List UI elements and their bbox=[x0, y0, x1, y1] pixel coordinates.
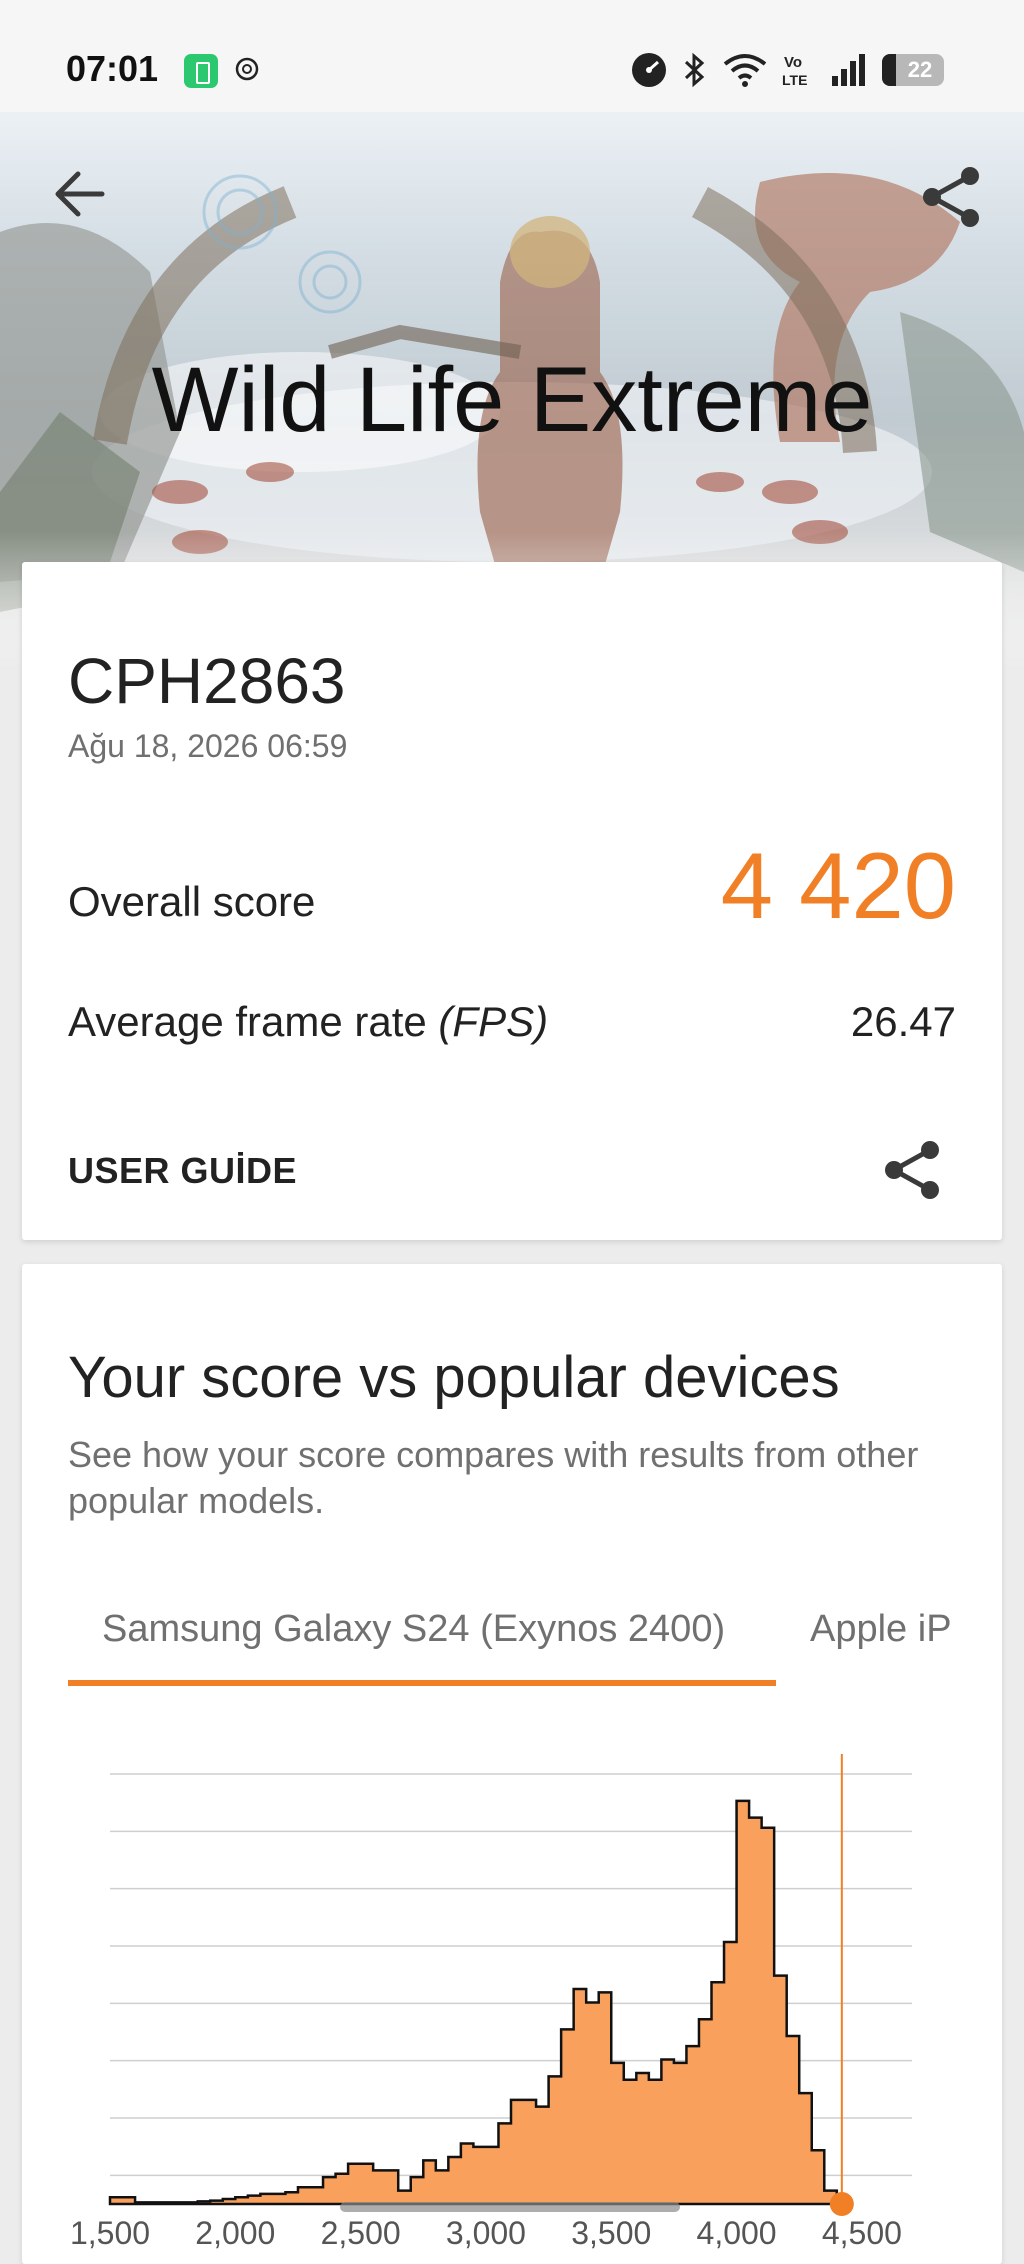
signal-icon bbox=[832, 54, 865, 86]
fps-label-text: Average frame rate bbox=[68, 998, 439, 1045]
comparison-description: See how your score compares with results… bbox=[68, 1434, 919, 1521]
fps-label: Average frame rate (FPS) bbox=[68, 998, 548, 1046]
battery-saver-app-icon bbox=[184, 54, 218, 88]
x-tick-label: 2,000 bbox=[195, 2215, 275, 2251]
overall-score-label: Overall score bbox=[68, 878, 316, 925]
speed-icon bbox=[632, 53, 666, 87]
fps-value: 26.47 bbox=[850, 998, 956, 1045]
tab-apple[interactable]: Apple iP bbox=[810, 1608, 956, 1651]
status-time: 07:01 bbox=[66, 48, 159, 89]
x-tick-label: 1,500 bbox=[70, 2215, 150, 2251]
share-icon[interactable] bbox=[918, 164, 984, 230]
x-tick-label: 3,500 bbox=[571, 2215, 651, 2251]
wifi-icon bbox=[723, 54, 767, 87]
user-guide-button[interactable]: USER GUİDE bbox=[68, 1150, 297, 1192]
overall-score-value: 4 420 bbox=[720, 833, 956, 938]
x-tick-label: 4,000 bbox=[697, 2215, 777, 2251]
x-tick-label: 3,000 bbox=[446, 2215, 526, 2251]
volte-icon: Vo LTE bbox=[782, 54, 807, 88]
battery-level: 22 bbox=[907, 57, 933, 82]
device-name: CPH2863 bbox=[68, 645, 346, 717]
score-distribution-chart: 1,500 2,000 2,500 3,000 3,500 4,000 4,500 bbox=[70, 1754, 912, 2251]
openai-app-icon bbox=[235, 57, 259, 81]
share-result-icon[interactable] bbox=[880, 1138, 944, 1202]
fps-label-unit: (FPS) bbox=[438, 998, 549, 1045]
result-card: CPH2863 Ağu 18, 2026 06:59 Overall score… bbox=[22, 562, 1002, 1240]
battery-icon: 22 bbox=[882, 54, 944, 86]
comparison-title: Your score vs popular devices bbox=[68, 1345, 840, 1410]
x-tick-label: 2,500 bbox=[321, 2215, 401, 2251]
bluetooth-icon bbox=[684, 52, 705, 88]
svg-text:Vo: Vo bbox=[784, 54, 802, 71]
chart-scrollbar[interactable] bbox=[340, 2202, 680, 2212]
active-tab-indicator bbox=[68, 1680, 776, 1686]
status-bar: 07:01 Vo LTE 22 bbox=[0, 0, 1024, 112]
back-arrow-icon[interactable] bbox=[50, 164, 110, 224]
result-date: Ağu 18, 2026 06:59 bbox=[68, 728, 348, 764]
benchmark-title: Wild Life Extreme bbox=[151, 349, 873, 451]
status-icons: Vo LTE 22 bbox=[630, 50, 944, 90]
tab-samsung-galaxy-s24[interactable]: Samsung Galaxy S24 (Exynos 2400) bbox=[102, 1608, 725, 1651]
svg-text:LTE: LTE bbox=[782, 72, 807, 88]
your-score-marker bbox=[829, 2192, 854, 2216]
comparison-card: Your score vs popular devices See how yo… bbox=[22, 1264, 1002, 2264]
x-tick-label: 4,500 bbox=[822, 2215, 902, 2251]
histogram-area bbox=[108, 1799, 851, 2206]
